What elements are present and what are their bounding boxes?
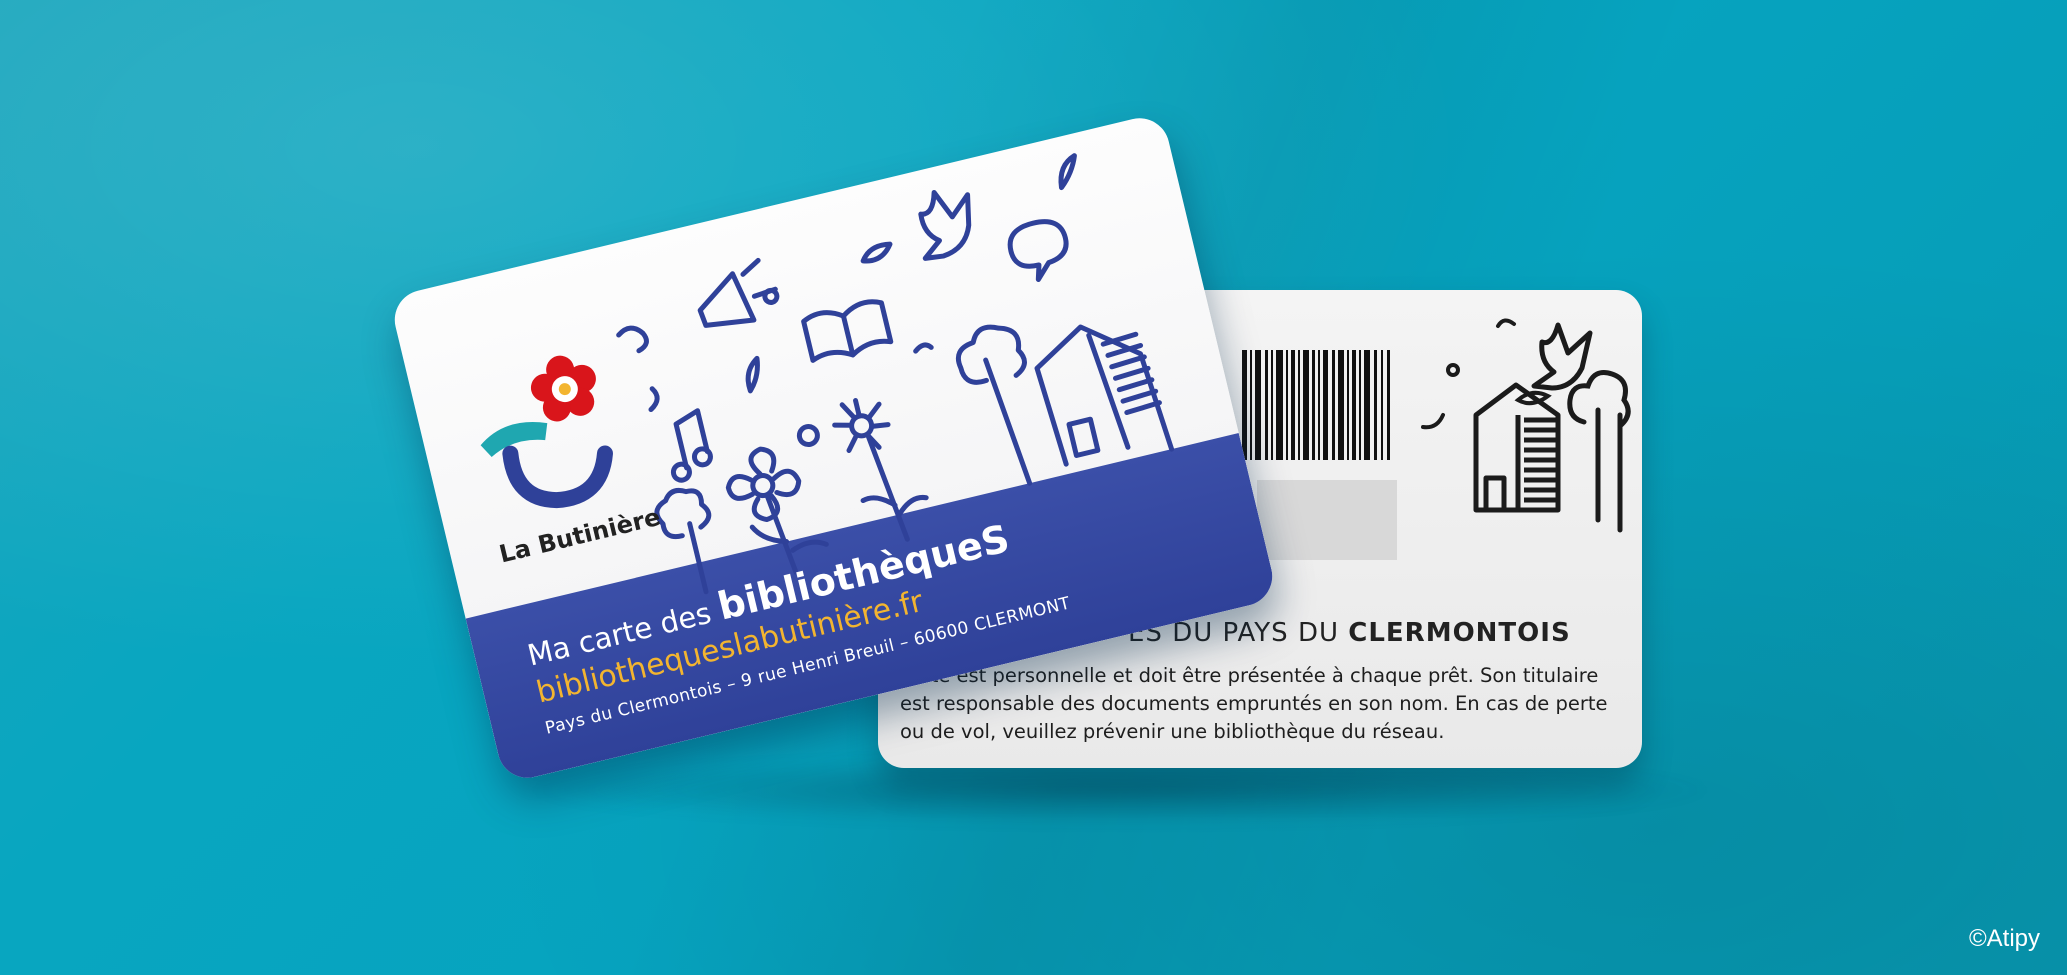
tree-icon [1567, 370, 1631, 533]
curve-icon [648, 386, 660, 413]
flower-icon [832, 398, 929, 542]
speech-bubble-icon [1007, 219, 1069, 283]
music-note-icon [670, 408, 713, 483]
curve-icon [1421, 413, 1445, 430]
tree-icon [955, 324, 1033, 486]
leaf-icon [1058, 153, 1077, 191]
house-icon [1034, 324, 1175, 467]
curve-icon [1496, 318, 1516, 328]
leaf-icon [860, 241, 893, 264]
photo-credit: ©Atipy [1968, 925, 2040, 952]
curve-icon [616, 325, 649, 354]
open-book-icon [801, 299, 894, 363]
tree-icon [654, 487, 712, 595]
curve-icon [913, 342, 934, 354]
barcode-icon [1242, 350, 1390, 460]
megaphone-icon [697, 257, 778, 328]
leaf-icon [745, 355, 760, 394]
house-icon [1473, 382, 1561, 513]
card-conditions-text: carte est personnelle et doit être prése… [900, 664, 1608, 743]
dot-icon [762, 287, 780, 305]
card-number-box [1257, 480, 1397, 560]
network-heading: ES DU PAYS DU CLERMONTOIS [1128, 618, 1571, 648]
bird-icon [1531, 322, 1593, 391]
dot-icon [1446, 363, 1460, 377]
dot-icon [796, 424, 820, 448]
bird-icon [918, 189, 972, 261]
flower-hook-logo-icon [480, 355, 613, 509]
